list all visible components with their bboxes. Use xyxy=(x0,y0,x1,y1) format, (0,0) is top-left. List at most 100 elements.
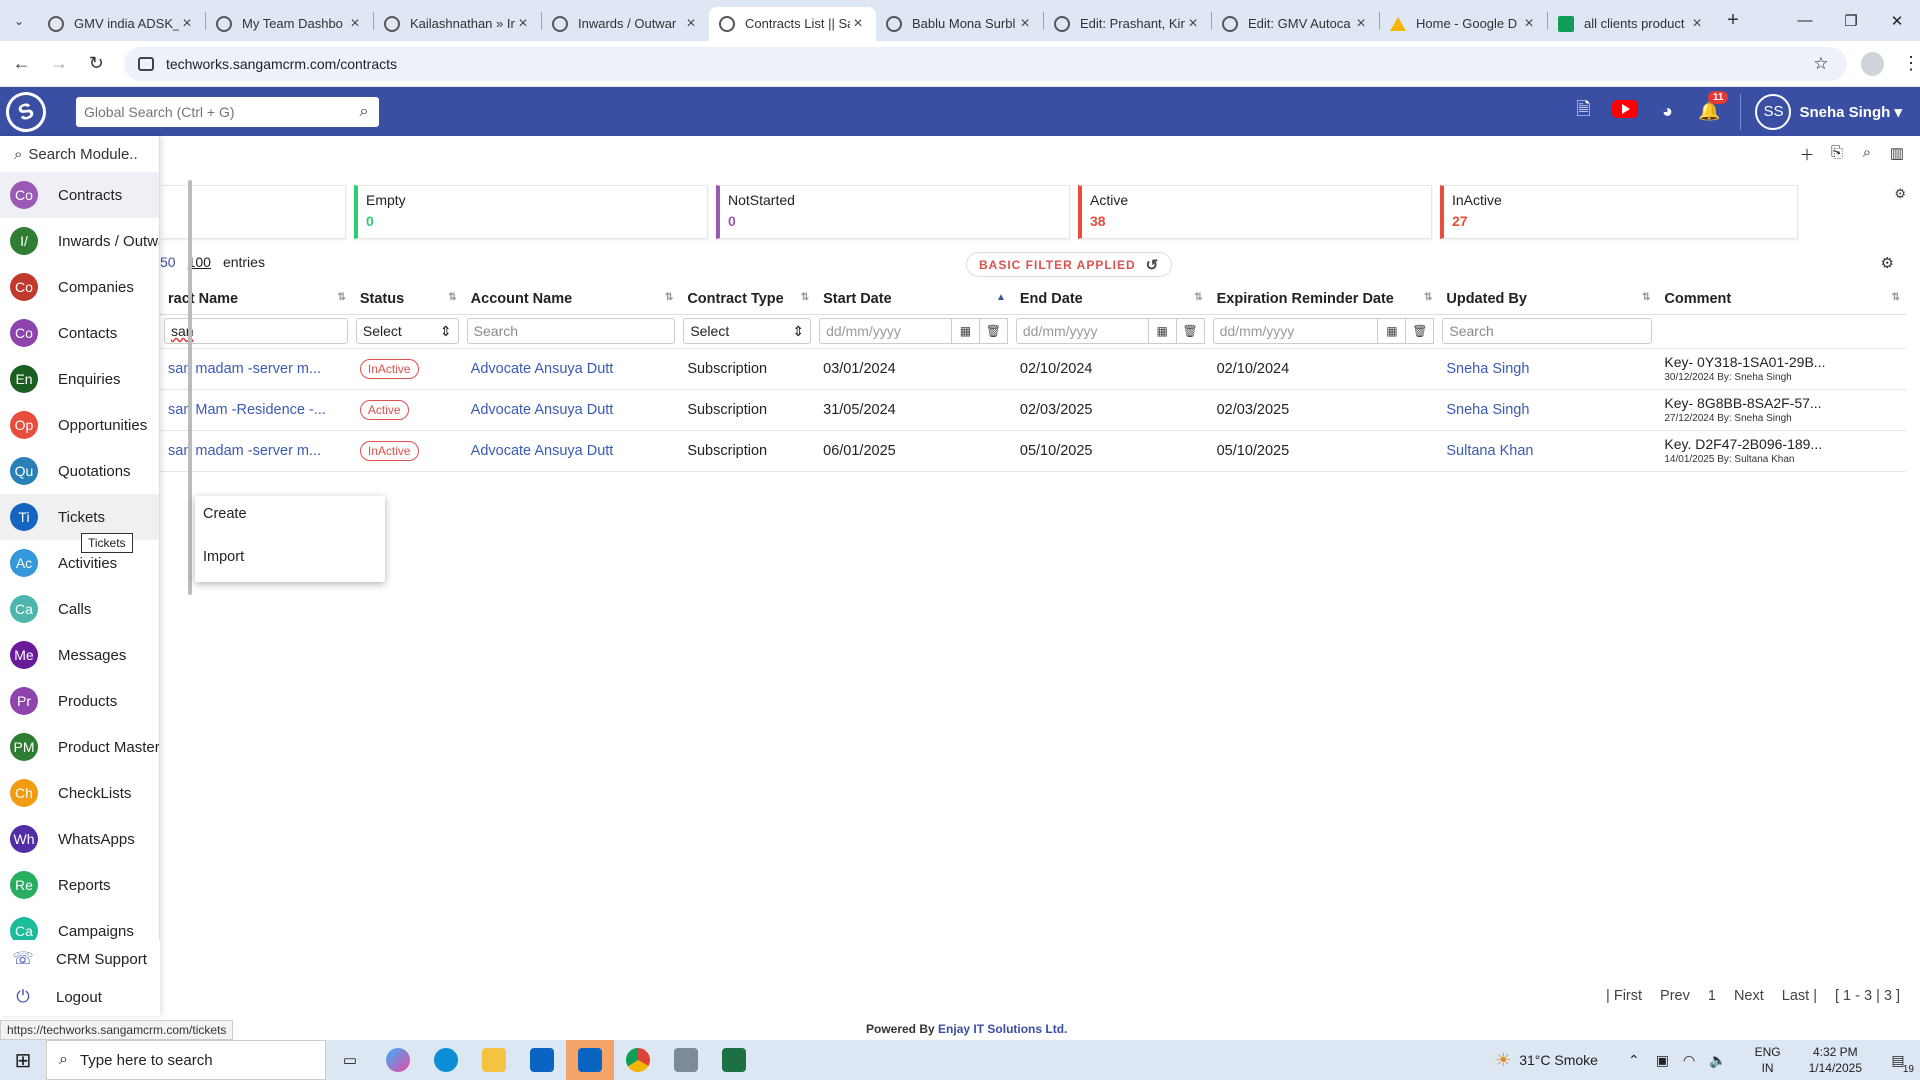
forward-icon[interactable]: → xyxy=(43,53,74,74)
bookmark-star-icon[interactable]: ☆ xyxy=(1813,54,1828,74)
search-icon[interactable]: ⌕ xyxy=(349,103,379,121)
tab-close-icon[interactable]: × xyxy=(179,15,195,33)
tab-close-icon[interactable]: × xyxy=(1521,15,1537,33)
basic-filter-badge[interactable]: BASIC FILTER APPLIED ↺ xyxy=(966,252,1173,277)
cards-settings-icon[interactable]: ⚙ xyxy=(1894,186,1906,202)
start-date-input[interactable]: dd/mm/yyyy xyxy=(819,318,952,344)
sidebar-item-contacts[interactable]: Co Contacts xyxy=(0,310,159,356)
meet-icon[interactable]: ▣ xyxy=(1656,1052,1669,1069)
notification-center-icon[interactable]: ▤ 19 xyxy=(1876,1052,1920,1075)
pager-last[interactable]: Last | xyxy=(1782,988,1817,1004)
browser-tab[interactable]: My Team Dashbo × xyxy=(206,7,373,41)
globe-icon[interactable]: ◕ xyxy=(1646,101,1688,122)
pager-page[interactable]: 1 xyxy=(1708,988,1716,1004)
sidebar-item-enquiries[interactable]: En Enquiries xyxy=(0,356,159,402)
updated-by-link[interactable]: Sneha Singh xyxy=(1446,402,1529,418)
notification-bell-icon[interactable]: 🔔 11 xyxy=(1688,91,1730,122)
tab-close-icon[interactable]: × xyxy=(850,15,866,33)
end-date-input[interactable]: dd/mm/yyyy xyxy=(1015,318,1149,344)
column-header[interactable]: Expiration Reminder Date ⇅ xyxy=(1208,284,1439,315)
file-explorer-icon[interactable] xyxy=(470,1040,518,1080)
reset-filter-icon[interactable]: ↺ xyxy=(1146,256,1160,274)
table-row[interactable]: san madam -server m... InActive Advocate A… xyxy=(160,430,1906,472)
tab-close-icon[interactable]: × xyxy=(1185,15,1201,33)
browser-tab[interactable]: Edit: Prashant, Kin × xyxy=(1044,7,1211,41)
calendar-icon[interactable]: ▦ xyxy=(951,318,980,344)
column-header[interactable]: End Date ⇅ xyxy=(1011,284,1209,315)
task-view-icon[interactable]: ▭ xyxy=(326,1040,374,1080)
edge-icon[interactable] xyxy=(422,1040,470,1080)
sort-icon[interactable]: ⇅ xyxy=(1642,292,1650,303)
sidebar-item-reports[interactable]: Re Reports xyxy=(0,862,159,908)
browser-tab[interactable]: GMV india ADSK_ × xyxy=(38,7,205,41)
taskbar-search[interactable]: ⌕ Type here to search xyxy=(46,1040,326,1080)
document-search-icon[interactable]: 🗎 xyxy=(1562,97,1604,127)
url-field[interactable]: techworks.sangamcrm.com/contracts ☆ xyxy=(123,46,1847,81)
browser-tab[interactable]: Edit: GMV Autoca × xyxy=(1212,7,1379,41)
weather-text[interactable]: 31°C Smoke xyxy=(1519,1052,1598,1068)
account-link[interactable]: Advocate Ansuya Dutt xyxy=(471,402,614,418)
volume-icon[interactable]: 🔈 xyxy=(1709,1052,1726,1069)
language-indicator[interactable]: ENG IN xyxy=(1755,1044,1781,1076)
summary-card-empty[interactable]: Empty 0 xyxy=(354,185,708,239)
column-header[interactable]: Comment ⇅ xyxy=(1656,284,1906,315)
browser-tab[interactable]: Kailashnathan » In × xyxy=(374,7,541,41)
search-toggle-icon[interactable]: ⌕ xyxy=(1852,144,1882,165)
sidebar-item-calls[interactable]: Ca Calls xyxy=(0,586,159,632)
column-header[interactable]: Contract Type ⇅ xyxy=(679,284,816,315)
sort-icon[interactable]: ⇅ xyxy=(665,292,673,303)
menu-item-create[interactable]: Create xyxy=(195,506,385,549)
minimize-icon[interactable]: — xyxy=(1782,0,1828,41)
user-menu[interactable]: Sneha Singh ▾ xyxy=(1799,103,1902,121)
summary-card-notstarted[interactable]: NotStarted 0 xyxy=(716,185,1070,239)
updated-by-link[interactable]: Sneha Singh xyxy=(1446,361,1529,377)
sidebar-item-quotations[interactable]: Qu Quotations xyxy=(0,448,159,494)
reminder-date-input[interactable]: dd/mm/yyyy xyxy=(1212,318,1379,344)
company-link[interactable]: Enjay IT Solutions Ltd. xyxy=(938,1022,1067,1036)
table-row[interactable]: san Mam -Residence -... Active Advocate An… xyxy=(160,389,1906,431)
menu-item-import[interactable]: Import xyxy=(195,549,385,592)
tab-close-icon[interactable]: × xyxy=(1017,15,1033,33)
chart-icon[interactable]: ▥ xyxy=(1882,144,1912,165)
wifi-icon[interactable]: ◠ xyxy=(1683,1052,1695,1069)
new-tab-button[interactable]: + xyxy=(1715,9,1751,32)
updated-by-link[interactable]: Sultana Khan xyxy=(1446,443,1533,459)
account-filter-input[interactable]: Search xyxy=(466,318,676,344)
tab-close-icon[interactable]: × xyxy=(515,15,531,33)
sidebar-item-opportunities[interactable]: Op Opportunities xyxy=(0,402,159,448)
column-header[interactable]: Account Name ⇅ xyxy=(462,284,680,315)
add-icon[interactable]: ＋ xyxy=(1792,144,1822,165)
youtube-icon[interactable] xyxy=(1604,100,1646,123)
pager-next[interactable]: Next xyxy=(1734,988,1764,1004)
outlook-active-icon[interactable] xyxy=(566,1040,614,1080)
reload-icon[interactable]: ↻ xyxy=(81,53,112,74)
scanner-app-icon[interactable] xyxy=(662,1040,710,1080)
trash-icon[interactable]: 🗑 xyxy=(1176,318,1205,344)
calendar-icon[interactable]: ▦ xyxy=(1378,318,1407,344)
sidebar-item-activities[interactable]: Ac Activities xyxy=(0,540,159,586)
tab-close-icon[interactable]: × xyxy=(683,15,699,33)
close-window-icon[interactable]: ✕ xyxy=(1874,0,1920,41)
browser-menu-icon[interactable]: ⋮ xyxy=(1902,53,1920,74)
tab-close-icon[interactable]: × xyxy=(1353,15,1369,33)
global-search-input[interactable] xyxy=(84,103,349,120)
sidebar-item-contracts[interactable]: Co Contracts xyxy=(0,172,159,218)
browser-tab[interactable]: all clients product × xyxy=(1548,7,1715,41)
sidebar-item-product-masters[interactable]: PM Product Masters xyxy=(0,724,159,770)
column-header[interactable]: Status ⇅ xyxy=(351,284,463,315)
sidebar-item-products[interactable]: Pr Products xyxy=(0,678,159,724)
site-info-icon[interactable] xyxy=(137,56,154,71)
entries-option-50[interactable]: 50 xyxy=(160,254,176,270)
table-row[interactable]: san madam -server m... InActive Advocate A… xyxy=(160,348,1906,390)
chrome-icon[interactable] xyxy=(614,1040,662,1080)
crm-support-link[interactable]: ☏ CRM Support xyxy=(0,940,160,978)
user-avatar[interactable]: SS xyxy=(1755,93,1792,130)
sidebar-item-whatsapps[interactable]: Wh WhatsApps xyxy=(0,816,159,862)
sidebar-item-companies[interactable]: Co Companies xyxy=(0,264,159,310)
sort-icon[interactable]: ⇅ xyxy=(1424,292,1432,303)
sidebar-item-checklists[interactable]: Ch CheckLists xyxy=(0,770,159,816)
calendar-icon[interactable]: ▦ xyxy=(1148,318,1177,344)
column-header[interactable]: Updated By ⇅ xyxy=(1438,284,1657,315)
pager-first[interactable]: | First xyxy=(1606,988,1642,1004)
sidebar-scrollbar[interactable] xyxy=(188,180,192,595)
